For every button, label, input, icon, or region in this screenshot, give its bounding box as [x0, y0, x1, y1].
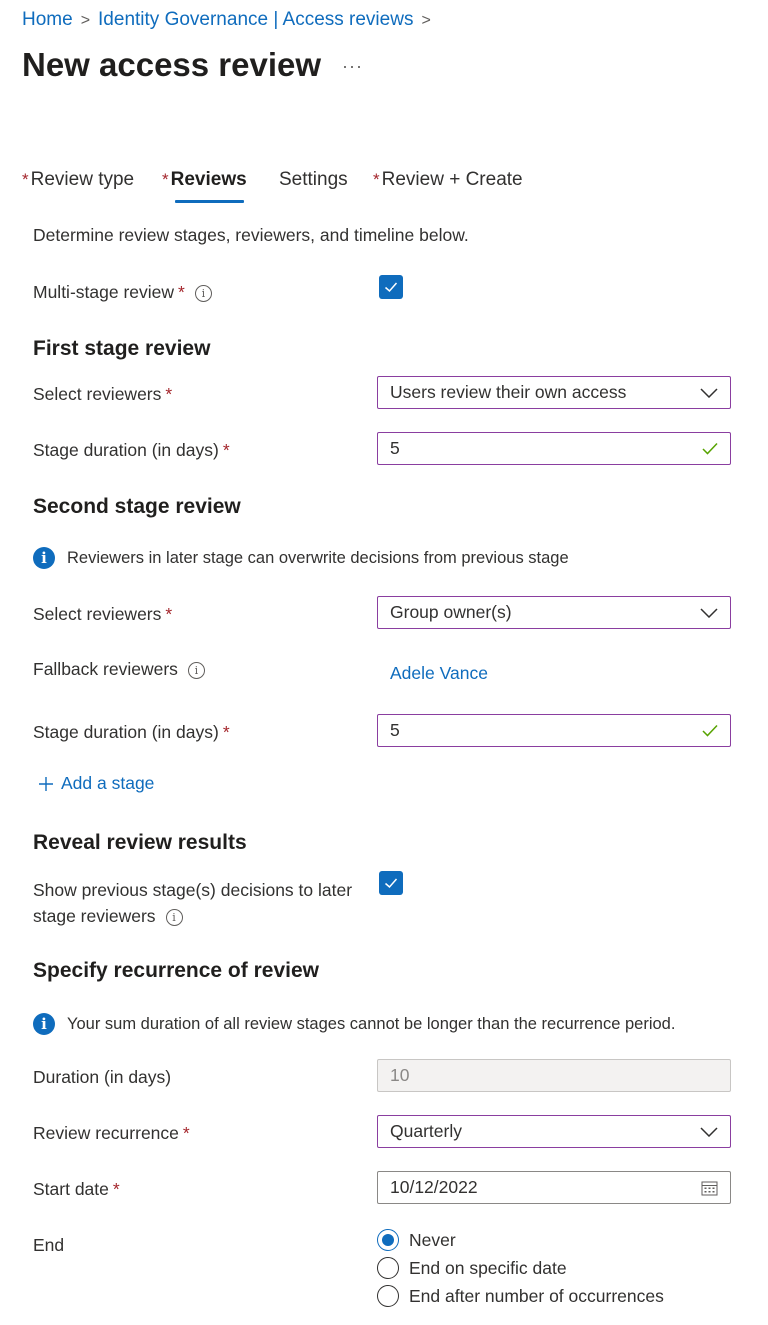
start-date-picker[interactable]: 10/12/2022 — [377, 1171, 731, 1204]
first-reviewers-dropdown[interactable]: Users review their own access — [377, 376, 731, 409]
second-stage-heading: Second stage review — [33, 495, 241, 518]
tab-settings[interactable]: Settings — [279, 169, 348, 191]
checkmark-icon — [385, 878, 398, 889]
first-duration-label: Stage duration (in days) * — [33, 440, 230, 461]
tab-review-create[interactable]: * Review + Create — [373, 169, 523, 191]
intro-text: Determine review stages, reviewers, and … — [33, 225, 469, 245]
label-text: Select reviewers — [33, 384, 162, 404]
chevron-down-icon — [700, 387, 718, 398]
required-marker: * — [162, 170, 169, 189]
required-marker: * — [22, 170, 29, 189]
breadcrumb-separator-icon: > — [80, 12, 91, 29]
breadcrumb-home[interactable]: Home — [22, 9, 73, 30]
input-value: 5 — [390, 438, 400, 458]
required-marker: * — [373, 170, 380, 189]
valid-check-icon — [702, 724, 718, 737]
chevron-down-icon — [700, 1126, 718, 1137]
required-marker: * — [222, 440, 230, 460]
add-stage-button[interactable]: Add a stage — [38, 773, 154, 794]
tab-review-type[interactable]: * Review type — [22, 169, 134, 191]
required-marker: * — [222, 722, 230, 742]
info-icon[interactable]: i — [165, 908, 183, 926]
radio-unselected-icon — [377, 1257, 399, 1279]
label-text: Review recurrence — [33, 1123, 179, 1143]
reveal-heading: Reveal review results — [33, 831, 247, 854]
info-text: Reviewers in later stage can overwrite d… — [67, 548, 569, 567]
dropdown-value: Users review their own access — [390, 382, 627, 402]
required-marker: * — [112, 1179, 120, 1199]
info-filled-icon: i — [33, 1013, 55, 1035]
tab-label: Reviews — [170, 169, 247, 190]
second-reviewers-dropdown[interactable]: Group owner(s) — [377, 596, 731, 629]
radio-selected-icon — [377, 1229, 399, 1251]
breadcrumb: Home > Identity Governance | Access review… — [22, 9, 439, 31]
second-duration-label: Stage duration (in days) * — [33, 722, 230, 743]
multi-stage-label: Multi-stage review * i — [33, 282, 212, 303]
calendar-icon[interactable] — [701, 1180, 718, 1196]
breadcrumb-access-reviews[interactable]: Identity Governance | Access reviews — [98, 9, 413, 30]
input-value: 10 — [390, 1065, 410, 1085]
add-stage-label: Add a stage — [61, 773, 155, 793]
tab-label: Review + Create — [381, 169, 523, 190]
tab-label: Settings — [279, 169, 348, 190]
second-duration-input[interactable]: 5 — [377, 714, 731, 747]
review-recurrence-dropdown[interactable]: Quarterly — [377, 1115, 731, 1148]
plus-icon — [39, 776, 53, 791]
label-text: Stage duration (in days) — [33, 722, 219, 742]
breadcrumb-separator-icon: > — [421, 12, 431, 29]
label-text: Select reviewers — [33, 604, 162, 624]
more-options-icon[interactable]: ··· — [342, 56, 363, 77]
label-line: stage reviewers — [33, 906, 156, 926]
tab-reviews[interactable]: * Reviews — [162, 169, 247, 191]
second-stage-info: i Reviewers in later stage can overwrite … — [33, 547, 569, 569]
label-text: Start date — [33, 1179, 109, 1199]
label-text: Fallback reviewers — [33, 659, 178, 679]
fallback-reviewer-link[interactable]: Adele Vance — [390, 663, 488, 684]
multi-stage-checkbox[interactable] — [379, 275, 403, 299]
radio-label: End on specific date — [409, 1257, 567, 1278]
review-recurrence-label: Review recurrence * — [33, 1123, 190, 1144]
reveal-label: Show previous stage(s) decisions to late… — [33, 877, 352, 929]
info-icon[interactable]: i — [194, 284, 212, 302]
first-stage-heading: First stage review — [33, 337, 211, 360]
multi-stage-label-text: Multi-stage review — [33, 282, 175, 302]
start-date-label: Start date * — [33, 1179, 120, 1200]
radio-unselected-icon — [377, 1285, 399, 1307]
radio-label: End after number of occurrences — [409, 1285, 664, 1306]
info-icon[interactable]: i — [187, 661, 205, 679]
end-label: End — [33, 1235, 65, 1255]
reveal-checkbox[interactable] — [379, 871, 403, 895]
end-option-occurrences[interactable]: End after number of occurrences — [377, 1285, 664, 1307]
dropdown-value: Group owner(s) — [390, 602, 512, 622]
radio-label: Never — [409, 1229, 456, 1250]
label-line: Show previous stage(s) decisions to late… — [33, 880, 353, 900]
checkmark-icon — [385, 282, 398, 293]
active-tab-indicator — [175, 200, 244, 203]
second-reviewers-label: Select reviewers * — [33, 604, 172, 625]
required-marker: * — [165, 604, 173, 624]
date-value: 10/12/2022 — [390, 1177, 478, 1197]
first-duration-input[interactable]: 5 — [377, 432, 731, 465]
recurrence-heading: Specify recurrence of review — [33, 959, 319, 982]
label-text: Stage duration (in days) — [33, 440, 219, 460]
chevron-down-icon — [700, 607, 718, 618]
end-option-specific-date[interactable]: End on specific date — [377, 1257, 567, 1279]
required-marker: * — [178, 282, 185, 302]
required-marker: * — [165, 384, 173, 404]
info-text: Your sum duration of all review stages c… — [67, 1014, 676, 1033]
dropdown-value: Quarterly — [390, 1121, 462, 1141]
first-reviewers-label: Select reviewers * — [33, 384, 172, 405]
page-title: New access review — [22, 46, 322, 83]
recurrence-duration-label: Duration (in days) — [33, 1067, 172, 1087]
required-marker: * — [182, 1123, 190, 1143]
valid-check-icon — [702, 442, 718, 455]
recurrence-duration-input: 10 — [377, 1059, 731, 1092]
recurrence-info: i Your sum duration of all review stages … — [33, 1013, 675, 1035]
input-value: 5 — [390, 720, 400, 740]
info-filled-icon: i — [33, 547, 55, 569]
tab-label: Review type — [30, 169, 135, 190]
fallback-reviewers-label: Fallback reviewers i — [33, 659, 205, 680]
end-option-never[interactable]: Never — [377, 1229, 456, 1251]
